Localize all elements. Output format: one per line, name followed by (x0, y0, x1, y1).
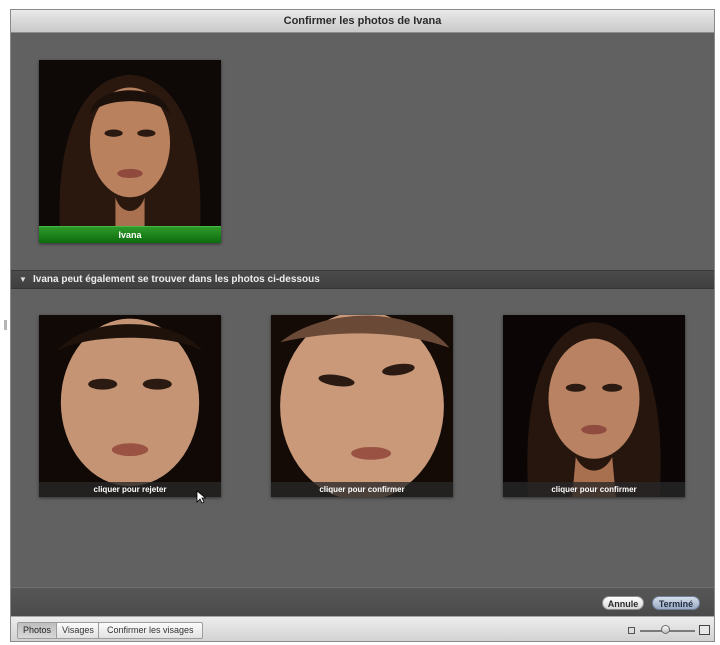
portrait-image (503, 315, 685, 497)
confirmed-photo[interactable]: Ivana (39, 60, 221, 243)
suggestions-section-header[interactable]: ▼ Ivana peut également se trouver dans l… (11, 270, 714, 289)
dialog-title: Confirmer les photos de Ivana (11, 10, 714, 33)
confirm-faces-dialog: Confirmer les photos de Ivana Ivana ▼ Iv… (10, 9, 715, 642)
dialog-footer: Annule Terminé (11, 587, 714, 617)
confirm-face-button[interactable]: cliquer pour confirmer (271, 482, 453, 497)
zoom-in-icon[interactable] (699, 625, 710, 635)
portrait-image (39, 60, 221, 243)
candidate-photo[interactable]: cliquer pour rejeter (39, 315, 221, 497)
cancel-button[interactable]: Annule (602, 596, 644, 610)
confirm-faces-button[interactable]: Confirmer les visages (98, 622, 203, 639)
candidate-photo[interactable]: cliquer pour confirmer (503, 315, 685, 497)
zoom-out-icon[interactable] (628, 627, 635, 634)
done-button[interactable]: Terminé (652, 596, 700, 610)
portrait-image (271, 315, 453, 497)
window-edge-handle (4, 320, 7, 330)
tab-photos[interactable]: Photos (18, 623, 57, 638)
bottom-toolbar: Photos Visages Confirmer les visages (11, 616, 714, 641)
candidate-photo[interactable]: cliquer pour confirmer (271, 315, 453, 497)
reject-face-button[interactable]: cliquer pour rejeter (39, 482, 221, 497)
disclosure-triangle-icon[interactable]: ▼ (19, 271, 27, 288)
view-segmented-control[interactable]: Photos Visages (17, 622, 100, 639)
zoom-slider-thumb[interactable] (661, 625, 670, 634)
section-label: Ivana peut également se trouver dans les… (33, 274, 320, 285)
tab-faces[interactable]: Visages (56, 623, 99, 638)
portrait-image (39, 315, 221, 497)
face-name-tag[interactable]: Ivana (39, 226, 221, 243)
confirm-face-button[interactable]: cliquer pour confirmer (503, 482, 685, 497)
